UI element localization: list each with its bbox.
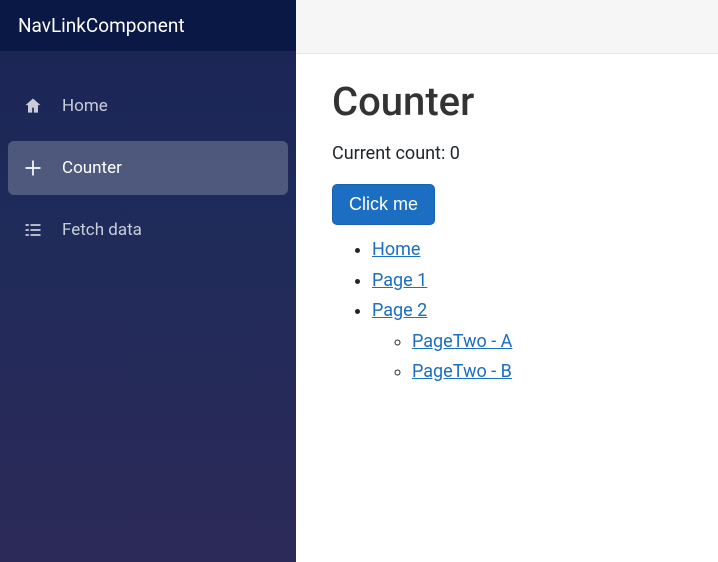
link-page2[interactable]: Page 2: [372, 300, 427, 321]
plus-icon: [20, 158, 46, 178]
sidebar: NavLinkComponent Home Counter Fetch data: [0, 0, 296, 562]
content: Counter Current count: 0 Click me Home P…: [296, 54, 718, 412]
page-title: Counter: [332, 78, 682, 125]
link-list: Home Page 1 Page 2 PageTwo - A PageTwo -…: [332, 235, 682, 388]
count-label: Current count:: [332, 143, 450, 164]
count-value: 0: [450, 143, 460, 164]
list-item: Home: [372, 235, 682, 266]
topbar: [296, 0, 718, 54]
nav-list: Home Counter Fetch data: [0, 51, 296, 265]
sidebar-item-fetch-data[interactable]: Fetch data: [8, 203, 288, 257]
link-home[interactable]: Home: [372, 239, 420, 260]
list-item: PageTwo - B: [412, 357, 682, 388]
click-me-button[interactable]: Click me: [332, 184, 435, 225]
link-page1[interactable]: Page 1: [372, 270, 427, 291]
sidebar-item-label: Home: [62, 96, 108, 116]
link-page2a[interactable]: PageTwo - A: [412, 331, 512, 352]
sidebar-item-home[interactable]: Home: [8, 79, 288, 133]
home-icon: [20, 96, 46, 116]
app-brand: NavLinkComponent: [0, 0, 296, 51]
sidebar-item-label: Fetch data: [62, 220, 142, 240]
list-item: PageTwo - A: [412, 327, 682, 358]
list-item: Page 1: [372, 266, 682, 297]
link-sublist: PageTwo - A PageTwo - B: [372, 327, 682, 388]
sidebar-item-counter[interactable]: Counter: [8, 141, 288, 195]
list-icon: [20, 220, 46, 240]
list-item: Page 2 PageTwo - A PageTwo - B: [372, 296, 682, 388]
sidebar-item-label: Counter: [62, 158, 122, 178]
link-page2b[interactable]: PageTwo - B: [412, 361, 512, 382]
count-text: Current count: 0: [332, 143, 682, 164]
main-area: Counter Current count: 0 Click me Home P…: [296, 0, 718, 562]
